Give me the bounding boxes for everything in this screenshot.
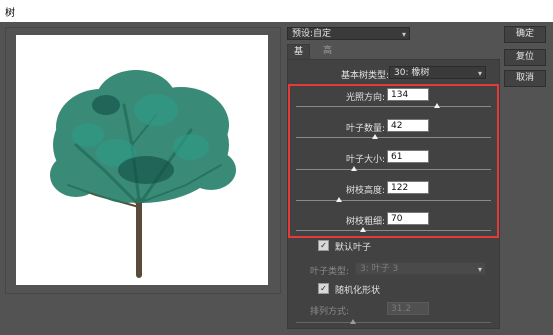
tree-type-dropdown[interactable]: 30: 橡树 ▾ bbox=[389, 66, 486, 79]
arrangement-slider-handle[interactable] bbox=[350, 319, 356, 324]
preset-value: 自定 bbox=[313, 29, 332, 39]
reset-button[interactable]: 复位 bbox=[504, 49, 546, 66]
default-leaves-label: 默认叶子 bbox=[335, 243, 372, 253]
arrangement-label: 排列方式: bbox=[309, 307, 349, 317]
tree-type-label: 基本树类型: bbox=[340, 71, 389, 81]
light-direction-label: 光照方向: bbox=[345, 93, 385, 103]
randomize-shape-label: 随机化形状 bbox=[335, 286, 381, 296]
title-bar: 树 bbox=[0, 0, 553, 22]
branch-thickness-slider[interactable] bbox=[296, 230, 491, 231]
arrangement-input[interactable]: 31.2 bbox=[387, 302, 429, 315]
randomize-shape-checkbox[interactable]: ✓ bbox=[318, 283, 329, 294]
leaf-count-input[interactable]: 42 bbox=[387, 119, 429, 132]
branch-thickness-input[interactable]: 70 bbox=[387, 212, 429, 225]
default-leaves-checkbox[interactable]: ✓ bbox=[318, 240, 329, 251]
arrangement-slider[interactable] bbox=[296, 322, 491, 323]
preset-dropdown[interactable]: 预设:自定 ▾ bbox=[287, 27, 410, 40]
chevron-down-icon: ▾ bbox=[401, 30, 406, 39]
tree-type-value: 30: 橡树 bbox=[394, 68, 430, 78]
light-direction-input[interactable]: 134 bbox=[387, 88, 429, 101]
chevron-down-icon: ▾ bbox=[477, 69, 482, 78]
leaf-size-slider[interactable] bbox=[296, 169, 491, 170]
light-direction-slider-handle[interactable] bbox=[434, 103, 440, 108]
leaf-count-slider-handle[interactable] bbox=[372, 134, 378, 139]
window-title: 树 bbox=[5, 8, 15, 19]
leaf-count-label: 叶子数量: bbox=[345, 124, 385, 134]
tab-advanced[interactable]: 高级 bbox=[317, 44, 338, 71]
leaf-type-value: 3: 叶子 3 bbox=[360, 264, 399, 274]
ok-button[interactable]: 确定 bbox=[504, 26, 546, 43]
branch-height-label: 树枝高度: bbox=[345, 186, 385, 196]
branch-height-slider[interactable] bbox=[296, 200, 491, 201]
leaf-type-dropdown[interactable]: 3: 叶子 3 ▾ bbox=[355, 262, 486, 275]
branch-height-slider-handle[interactable] bbox=[336, 197, 342, 202]
cancel-button[interactable]: 取消 bbox=[504, 70, 546, 87]
preset-label: 预设: bbox=[292, 29, 314, 39]
tab-basic[interactable]: 基本 bbox=[287, 44, 311, 72]
leaf-size-label: 叶子大小: bbox=[345, 155, 385, 165]
chevron-down-icon: ▾ bbox=[477, 265, 482, 274]
tree-illustration bbox=[50, 70, 236, 278]
tree-preview bbox=[16, 35, 268, 285]
leaf-count-slider[interactable] bbox=[296, 137, 491, 138]
branch-thickness-label: 树枝粗细: bbox=[345, 217, 385, 227]
leaf-type-label: 叶子类型: bbox=[309, 267, 349, 277]
light-direction-slider[interactable] bbox=[296, 106, 491, 107]
leaf-size-input[interactable]: 61 bbox=[387, 150, 429, 163]
branch-thickness-slider-handle[interactable] bbox=[360, 227, 366, 232]
leaf-size-slider-handle[interactable] bbox=[351, 166, 357, 171]
branch-height-input[interactable]: 122 bbox=[387, 181, 429, 194]
